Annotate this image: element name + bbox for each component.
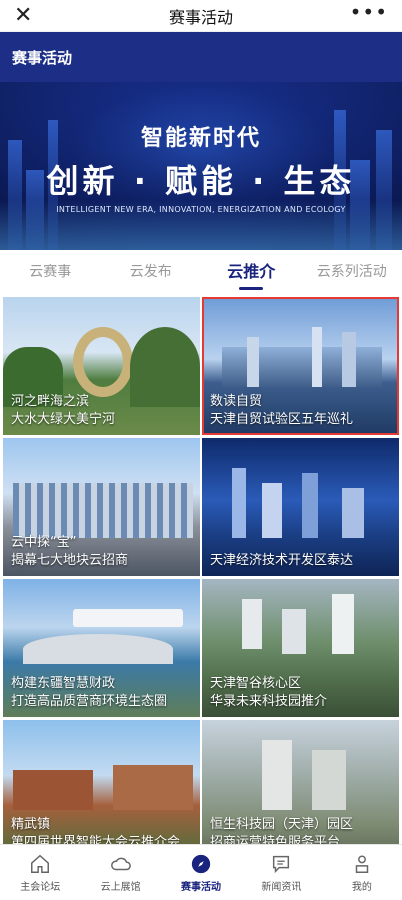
- card-teda[interactable]: 天津经济技术开发区泰达: [202, 438, 399, 576]
- category-tabs: 云赛事 云发布 云推介 云系列活动: [0, 250, 402, 294]
- card-title: 天津智谷核心区: [210, 676, 302, 691]
- compass-icon: [191, 854, 211, 873]
- more-icon[interactable]: •••: [350, 0, 388, 24]
- nav-news[interactable]: 新闻资讯: [241, 845, 321, 900]
- banner-subtitle: INTELLIGENT NEW ERA, INNOVATION, ENERGIZ…: [56, 205, 346, 214]
- cruise-ship-image: [73, 609, 183, 627]
- tab-cloud-series[interactable]: 云系列活动: [302, 250, 402, 294]
- card-zhigu[interactable]: 天津智谷核心区 华录未来科技园推介: [202, 579, 399, 717]
- card-jingwu[interactable]: 精武镇 第四届世界智能大会云推介会: [3, 720, 200, 844]
- message-icon: [273, 855, 290, 873]
- tab-cloud-release[interactable]: 云发布: [101, 250, 202, 294]
- sculpture-image: [73, 327, 133, 397]
- card-subtitle: 大水大绿大美宁河: [11, 412, 116, 427]
- card-ftz[interactable]: 数读自贸 天津自贸试验区五年巡礼: [202, 297, 399, 435]
- card-title: 构建东疆智慧财政: [11, 676, 116, 691]
- card-title: 精武镇: [11, 817, 51, 832]
- tab-cloud-promotion[interactable]: 云推介: [201, 250, 302, 294]
- card-dongjiang[interactable]: 构建东疆智慧财政 打造高品质营商环境生态圈: [3, 579, 200, 717]
- nav-main-forum[interactable]: 主会论坛: [0, 845, 80, 900]
- card-title: 河之畔海之滨: [11, 394, 90, 409]
- bottom-nav: 主会论坛 云上展馆 赛事活动 新闻资讯 我的: [0, 844, 402, 900]
- card-seven-plots[interactable]: 云中探“宝” 揭幕七大地块云招商: [3, 438, 200, 576]
- card-subtitle: 揭幕七大地块云招商: [11, 553, 129, 568]
- card-subtitle: 打造高品质营商环境生态圈: [11, 694, 168, 709]
- banner[interactable]: 智能新时代 创新 · 赋能 · 生态 INTELLIGENT NEW ERA, …: [0, 82, 402, 250]
- home-icon: [31, 854, 50, 873]
- card-ninghe[interactable]: 河之畔海之滨 大水大绿大美宁河: [3, 297, 200, 435]
- cloud-icon: [110, 857, 131, 870]
- section-header: 赛事活动: [0, 32, 402, 82]
- card-subtitle: 招商运营特色服务平台: [210, 835, 341, 844]
- card-subtitle: 第四届世界智能大会云推介会: [11, 835, 181, 844]
- card-hengsheng[interactable]: 恒生科技园（天津）园区 招商运营特色服务平台: [202, 720, 399, 844]
- card-title: 数读自贸: [210, 394, 263, 409]
- header-title: 赛事活动: [12, 48, 73, 67]
- user-icon: [355, 854, 369, 873]
- nav-events[interactable]: 赛事活动: [161, 845, 241, 900]
- page-title: 赛事活动: [168, 7, 233, 27]
- promotion-grid: 河之畔海之滨 大水大绿大美宁河 数读自贸 天津自贸试验区五年巡礼 云中探“宝” …: [0, 294, 402, 844]
- top-bar: ✕ 赛事活动 •••: [0, 0, 402, 32]
- card-subtitle: 天津自贸试验区五年巡礼: [210, 412, 354, 427]
- nav-profile[interactable]: 我的: [322, 845, 402, 900]
- card-subtitle: 华录未来科技园推介: [210, 694, 328, 709]
- banner-slogan: 创新 · 赋能 · 生态: [46, 162, 356, 200]
- close-icon[interactable]: ✕: [14, 3, 32, 29]
- card-title: 云中探“宝”: [11, 535, 77, 550]
- tab-cloud-events[interactable]: 云赛事: [0, 250, 101, 294]
- card-subtitle: 天津经济技术开发区泰达: [210, 553, 354, 568]
- nav-cloud-hall[interactable]: 云上展馆: [80, 845, 160, 900]
- card-title: 恒生科技园（天津）园区: [210, 817, 354, 832]
- banner-title: 智能新时代: [140, 126, 261, 151]
